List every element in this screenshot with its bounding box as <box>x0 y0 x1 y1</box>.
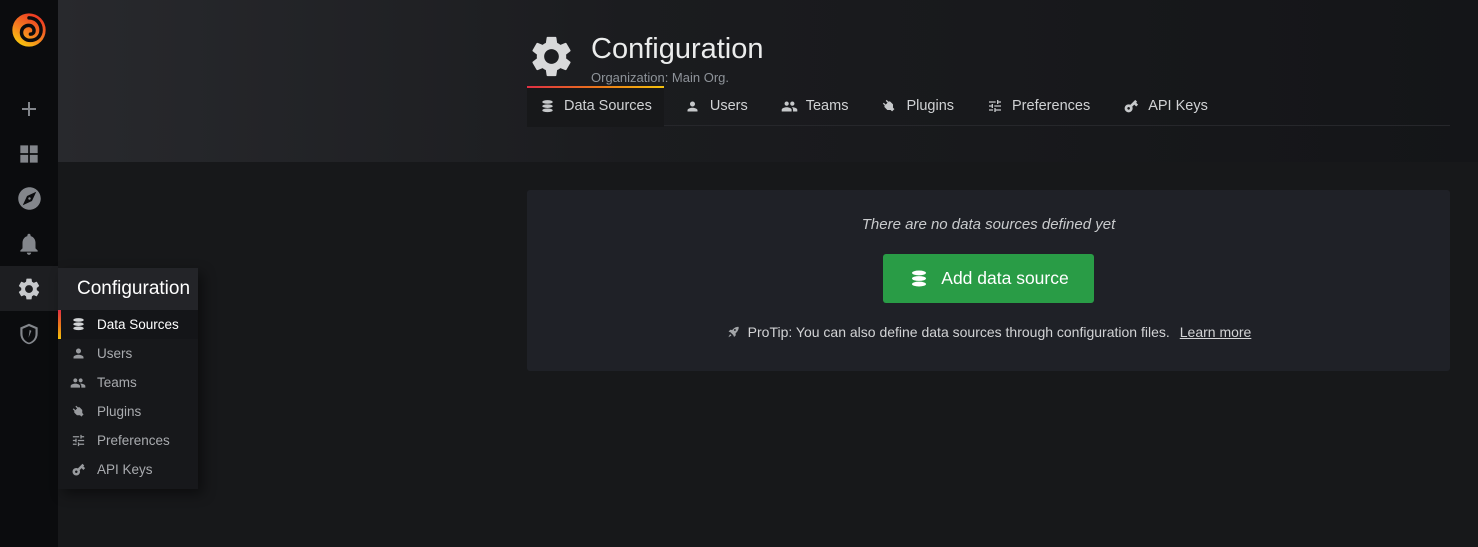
tab-teams[interactable]: Teams <box>769 86 861 126</box>
flyout-item-teams[interactable]: Teams <box>58 368 198 397</box>
flyout-item-data-sources[interactable]: Data Sources <box>58 310 198 339</box>
key-icon <box>70 462 86 478</box>
flyout-item-label: Users <box>97 346 132 361</box>
tab-bar: Data Sources Users Teams Plugins Prefere… <box>527 86 1450 126</box>
sliders-icon <box>987 98 1003 114</box>
configuration-flyout-menu: Configuration Data Sources Users Teams P… <box>58 268 198 489</box>
plug-icon <box>881 98 897 114</box>
page-subtitle: Organization: Main Org. <box>591 70 764 85</box>
tab-label: API Keys <box>1148 98 1208 114</box>
team-icon <box>70 375 86 391</box>
page-content: There are no data sources defined yet Ad… <box>58 162 1478 547</box>
alerting-bell-icon <box>16 231 42 257</box>
sidebar-item-alerting[interactable] <box>0 221 58 266</box>
flyout-item-label: Plugins <box>97 404 141 419</box>
sliders-icon <box>70 433 86 449</box>
flyout-item-plugins[interactable]: Plugins <box>58 397 198 426</box>
sidebar <box>0 0 58 547</box>
flyout-item-api-keys[interactable]: API Keys <box>58 455 198 484</box>
plug-icon <box>70 404 86 420</box>
key-icon <box>1123 98 1139 114</box>
tab-label: Preferences <box>1012 98 1090 114</box>
learn-more-link[interactable]: Learn more <box>1180 324 1252 340</box>
tab-label: Users <box>710 98 748 114</box>
tab-label: Teams <box>806 98 849 114</box>
user-icon <box>70 346 86 362</box>
flyout-item-users[interactable]: Users <box>58 339 198 368</box>
tab-plugins[interactable]: Plugins <box>869 86 966 126</box>
sidebar-item-create[interactable] <box>0 86 58 131</box>
protip-text: ProTip: You can also define data sources… <box>748 324 1170 340</box>
grafana-logo[interactable] <box>0 0 58 54</box>
plus-icon <box>17 97 41 121</box>
gear-icon <box>527 32 576 86</box>
empty-datasources-panel: There are no data sources defined yet Ad… <box>527 190 1450 371</box>
user-icon <box>685 98 701 114</box>
database-icon <box>70 317 86 333</box>
protip: ProTip: You can also define data sources… <box>726 324 1252 340</box>
empty-state-message: There are no data sources defined yet <box>862 216 1116 233</box>
flyout-item-label: Data Sources <box>97 317 179 332</box>
page-header: Configuration Organization: Main Org. Da… <box>58 0 1478 162</box>
tab-data-sources[interactable]: Data Sources <box>527 86 664 126</box>
dashboards-grid-icon <box>16 141 42 167</box>
main-area: Configuration Organization: Main Org. Da… <box>58 0 1478 547</box>
flyout-item-label: Teams <box>97 375 137 390</box>
database-icon <box>908 268 929 289</box>
server-admin-shield-icon <box>16 321 42 347</box>
rocket-icon <box>726 325 740 339</box>
flyout-title[interactable]: Configuration <box>58 268 198 310</box>
tab-api-keys[interactable]: API Keys <box>1111 86 1220 126</box>
sidebar-item-explore[interactable] <box>0 176 58 221</box>
sidebar-item-server-admin[interactable] <box>0 311 58 356</box>
page-title: Configuration <box>591 33 764 66</box>
tab-users[interactable]: Users <box>673 86 760 126</box>
team-icon <box>781 98 797 114</box>
sidebar-item-configuration[interactable] <box>0 266 58 311</box>
tab-label: Data Sources <box>564 98 652 114</box>
sidebar-nav <box>0 86 58 356</box>
explore-compass-icon <box>16 185 43 212</box>
tab-preferences[interactable]: Preferences <box>975 86 1102 126</box>
database-icon <box>539 98 555 114</box>
add-data-source-button[interactable]: Add data source <box>883 254 1093 303</box>
flyout-item-label: API Keys <box>97 462 153 477</box>
flyout-item-preferences[interactable]: Preferences <box>58 426 198 455</box>
configuration-gear-icon <box>16 276 42 302</box>
sidebar-item-dashboards[interactable] <box>0 131 58 176</box>
tab-label: Plugins <box>906 98 954 114</box>
flyout-item-label: Preferences <box>97 433 170 448</box>
add-data-source-label: Add data source <box>941 268 1068 289</box>
